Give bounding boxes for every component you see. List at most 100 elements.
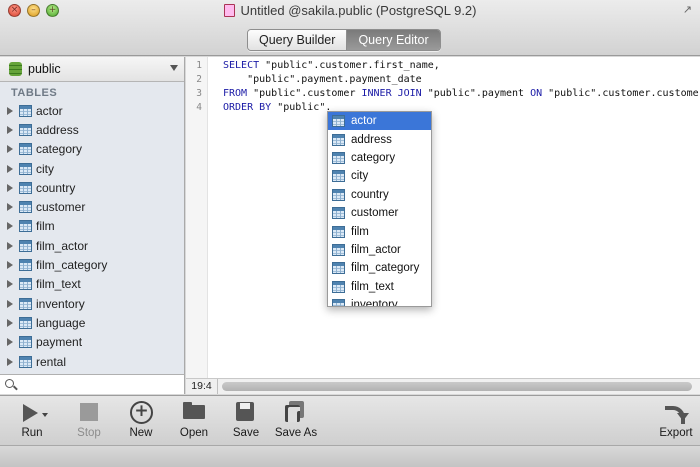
schema-selector[interactable]: public <box>0 57 184 82</box>
sidebar-table-film-actor[interactable]: film_actor <box>0 236 184 255</box>
table-icon <box>19 162 32 175</box>
table-name: customer <box>36 200 86 215</box>
sidebar-table-customer[interactable]: customer <box>0 197 184 216</box>
sql-keyword: INNER JOIN <box>361 88 428 99</box>
sql-editor[interactable]: 1 2 3 4 SELECT "public".customer.first_name… <box>186 57 700 378</box>
sql-keyword: ON <box>530 88 549 99</box>
mode-tabs: Query Builder Query Editor <box>247 29 441 51</box>
sidebar-table-category[interactable]: category <box>0 140 184 159</box>
autocomplete-item-inventory[interactable]: inventory <box>328 296 431 306</box>
disclosure-triangle-icon[interactable] <box>7 299 13 308</box>
autocomplete-item-country[interactable]: country <box>328 186 431 204</box>
save-icon <box>236 399 256 425</box>
autocomplete-item-film-category[interactable]: film_category <box>328 259 431 277</box>
run-label: Run <box>21 427 43 439</box>
save-label: Save <box>232 427 260 439</box>
disclosure-triangle-icon[interactable] <box>7 183 13 192</box>
sql-text: "public".customer <box>253 88 362 99</box>
table-name: inventory <box>36 296 85 311</box>
autocomplete-item-film-text[interactable]: film_text <box>328 278 431 296</box>
sidebar-table-city[interactable]: city <box>0 159 184 178</box>
disclosure-triangle-icon[interactable] <box>7 145 13 154</box>
code-line: ORDER BY "public". <box>223 101 700 115</box>
tab-query-editor[interactable]: Query Editor <box>346 30 440 50</box>
autocomplete-item-film-actor[interactable]: film_actor <box>328 241 431 259</box>
table-icon <box>332 133 345 146</box>
disclosure-triangle-icon[interactable] <box>7 203 13 212</box>
search-icon <box>5 379 14 388</box>
sidebar-table-payment[interactable]: payment <box>0 333 184 352</box>
autocomplete-item-label: country <box>351 188 389 201</box>
new-label: New <box>129 427 153 439</box>
autocomplete-item-customer[interactable]: customer <box>328 204 431 222</box>
save-as-button[interactable]: Save As <box>268 399 324 439</box>
autocomplete-item-actor[interactable]: actor <box>328 112 431 131</box>
table-icon <box>19 259 32 272</box>
window-title-text: Untitled @sakila.public (PostgreSQL 9.2) <box>240 3 477 18</box>
disclosure-triangle-icon[interactable] <box>7 280 13 289</box>
fullscreen-icon[interactable]: ↗ <box>683 3 692 16</box>
open-button[interactable]: Open <box>166 399 222 439</box>
sidebar-table-film-text[interactable]: film_text <box>0 275 184 294</box>
table-icon <box>332 262 345 275</box>
autocomplete-item-category[interactable]: category <box>328 149 431 167</box>
stop-button[interactable]: Stop <box>61 399 117 439</box>
disclosure-triangle-icon[interactable] <box>7 338 13 347</box>
autocomplete-item-address[interactable]: address <box>328 130 431 148</box>
table-icon <box>19 181 32 194</box>
new-button[interactable]: New <box>113 399 169 439</box>
table-icon <box>332 170 345 183</box>
disclosure-triangle-icon[interactable] <box>7 222 13 231</box>
sidebar-table-address[interactable]: address <box>0 120 184 139</box>
horizontal-scrollbar[interactable] <box>222 382 692 391</box>
table-icon <box>19 355 32 368</box>
sidebar-table-film[interactable]: film <box>0 217 184 236</box>
table-icon <box>19 104 32 117</box>
table-icon <box>332 188 345 201</box>
disclosure-triangle-icon[interactable] <box>7 241 13 250</box>
sidebar-table-language[interactable]: language <box>0 313 184 332</box>
autocomplete-item-film[interactable]: film <box>328 222 431 240</box>
sidebar-table-inventory[interactable]: inventory <box>0 294 184 313</box>
disclosure-triangle-icon[interactable] <box>7 125 13 134</box>
export-label: Export <box>659 427 693 439</box>
sidebar-table-rental[interactable]: rental <box>0 352 184 371</box>
table-name: address <box>36 122 79 137</box>
disclosure-triangle-icon[interactable] <box>7 106 13 115</box>
sql-text: "public".payment.payment_date <box>223 74 422 85</box>
disclosure-triangle-icon[interactable] <box>7 318 13 327</box>
tab-query-builder[interactable]: Query Builder <box>248 30 347 50</box>
table-name: film_text <box>36 277 81 292</box>
run-button[interactable]: Run <box>4 399 60 439</box>
autocomplete-item-label: category <box>351 151 396 164</box>
sidebar-table-film-category[interactable]: film_category <box>0 255 184 274</box>
table-name: film <box>36 219 55 234</box>
sidebar-table-actor[interactable]: actor <box>0 101 184 120</box>
table-name: country <box>36 180 76 195</box>
table-icon <box>332 299 345 306</box>
disclosure-triangle-icon[interactable] <box>7 261 13 270</box>
table-icon <box>332 243 345 256</box>
table-name: film_actor <box>36 238 89 253</box>
chevron-down-icon <box>170 65 178 71</box>
export-button[interactable]: Export <box>648 399 700 439</box>
autocomplete-item-label: address <box>351 133 392 146</box>
table-icon <box>332 207 345 220</box>
autocomplete-item-label: film <box>351 225 369 238</box>
sql-text: "public".payment <box>427 88 531 99</box>
autocomplete-item-label: actor <box>351 115 377 128</box>
code-area[interactable]: SELECT "public".customer.first_name, "pu… <box>223 59 700 115</box>
disclosure-triangle-icon[interactable] <box>7 357 13 366</box>
sidebar-table-country[interactable]: country <box>0 178 184 197</box>
line-number: 2 <box>196 74 202 85</box>
table-search-input[interactable] <box>20 377 175 392</box>
autocomplete-item-city[interactable]: city <box>328 167 431 185</box>
bottom-toolbar: Run Stop New Open Save Save As Export <box>0 395 700 445</box>
save-button[interactable]: Save <box>218 399 274 439</box>
line-number: 4 <box>196 102 202 113</box>
autocomplete-item-label: film_actor <box>351 243 401 256</box>
open-label: Open <box>179 427 209 439</box>
save-as-icon <box>285 399 307 425</box>
disclosure-triangle-icon[interactable] <box>7 164 13 173</box>
table-name: film_category <box>36 258 108 273</box>
